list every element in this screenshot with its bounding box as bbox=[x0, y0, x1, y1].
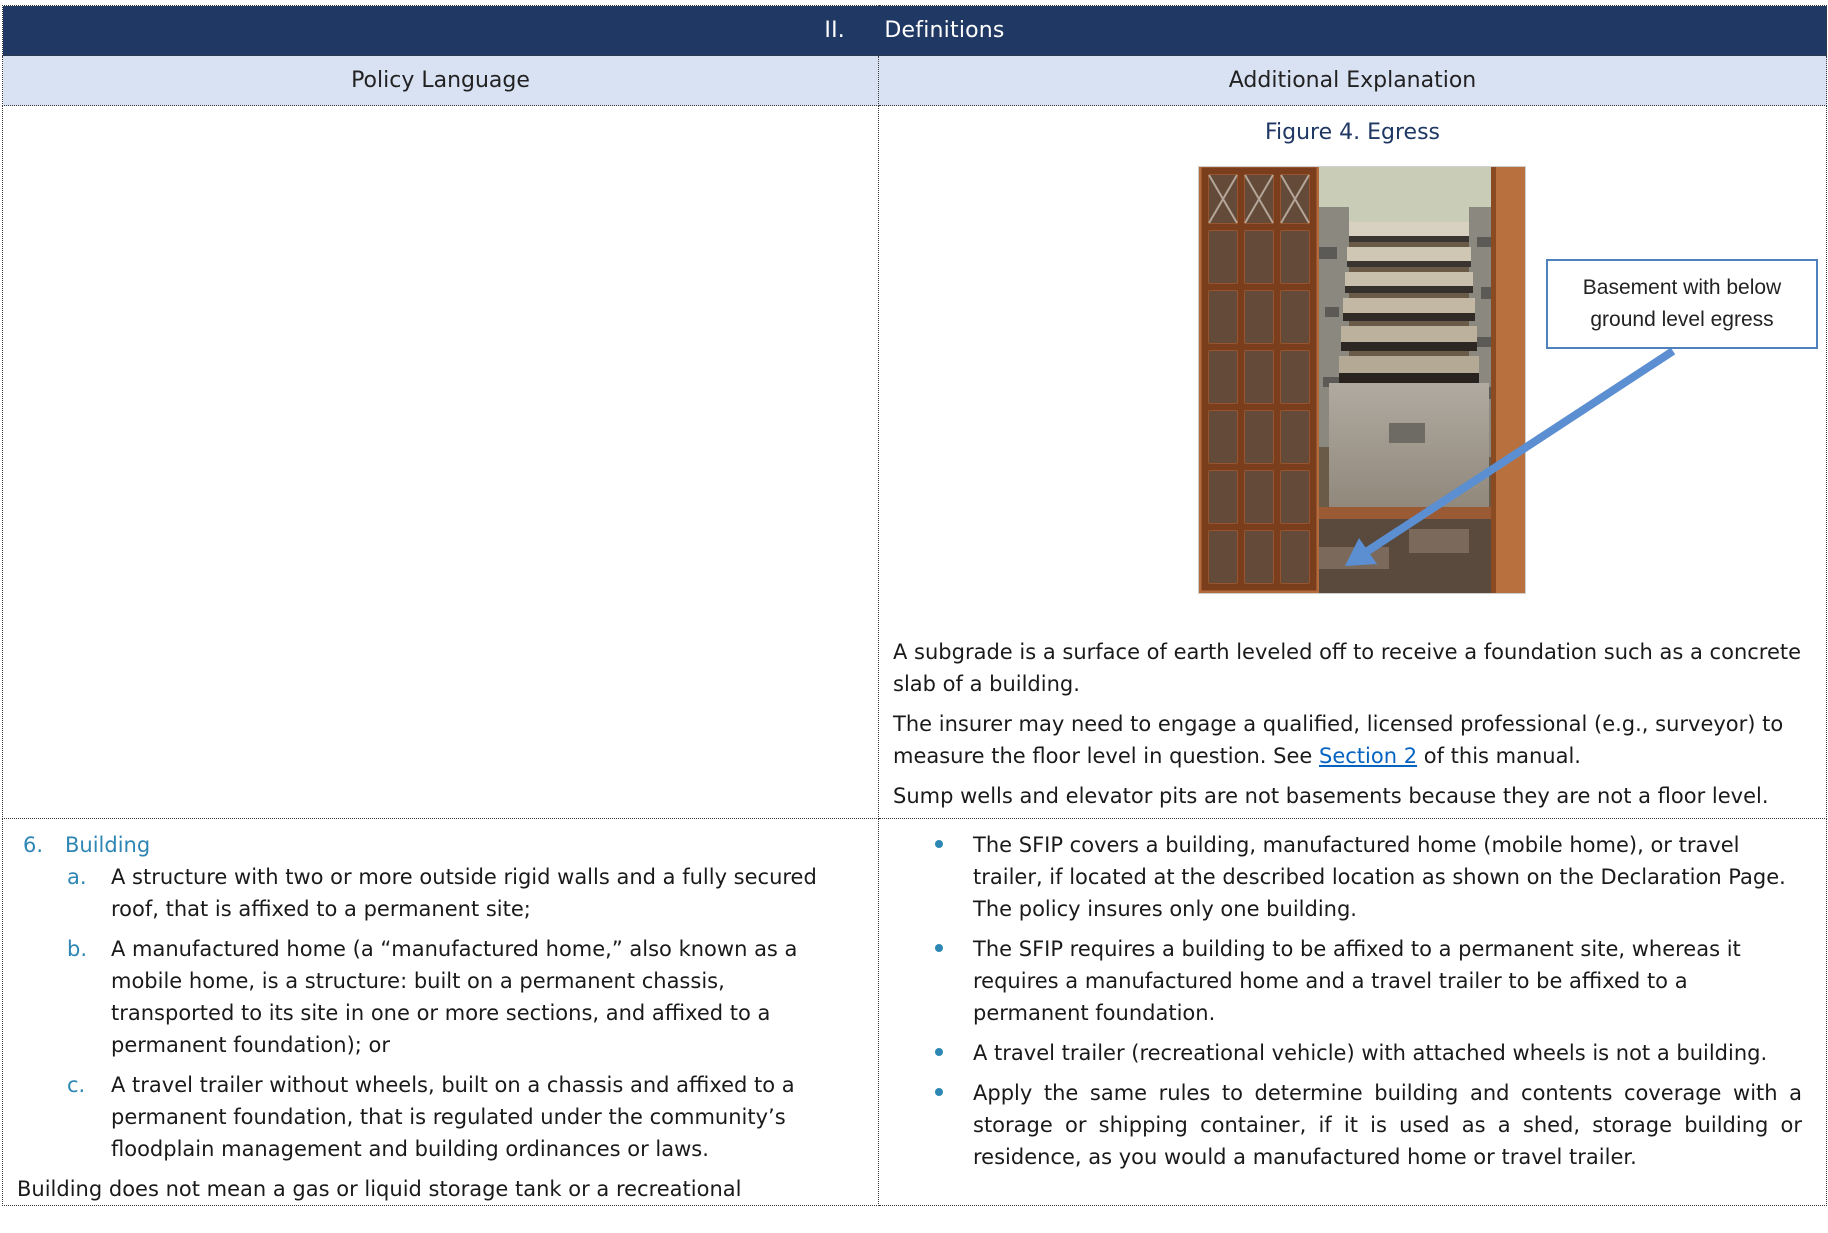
list-item-text: The SFIP covers a building, manufactured… bbox=[973, 833, 1786, 921]
list-item-text: Apply the same rules to determine buildi… bbox=[973, 1081, 1803, 1169]
list-item-text: A travel trailer (recreational vehicle) … bbox=[973, 1041, 1768, 1065]
bullet-icon bbox=[893, 1037, 973, 1069]
subitem-text: A manufactured home (a “manufactured hom… bbox=[111, 937, 798, 1057]
bullet-icon bbox=[893, 933, 973, 1029]
subitem-letter: a. bbox=[67, 865, 87, 889]
column-header-additional-explanation: Additional Explanation bbox=[877, 55, 1828, 106]
subitem-a: a. A structure with two or more outside … bbox=[17, 861, 864, 925]
subitem-b: b. A manufactured home (a “manufactured … bbox=[17, 933, 864, 1061]
explanation-cell-building: The SFIP covers a building, manufactured… bbox=[877, 818, 1828, 1206]
bullet-icon bbox=[893, 829, 973, 925]
figure-egress: Basement with below ground level egress bbox=[893, 166, 1818, 596]
section-title: Definitions bbox=[884, 18, 1005, 43]
section-2-link[interactable]: Section 2 bbox=[1319, 744, 1417, 768]
sump-wells-paragraph: Sump wells and elevator pits are not bas… bbox=[893, 784, 1769, 808]
policy-language-cell-building: 6. Building a. A structure with two or mo… bbox=[2, 818, 879, 1206]
section-number: II. bbox=[824, 18, 845, 43]
list-item: The SFIP covers a building, manufactured… bbox=[893, 829, 1812, 925]
subgrade-paragraph: A subgrade is a surface of earth leveled… bbox=[893, 640, 1802, 696]
building-subitems: a. A structure with two or more outside … bbox=[17, 861, 864, 1165]
basement-explanation: A subgrade is a surface of earth leveled… bbox=[893, 636, 1812, 816]
subitem-c: c. A travel trailer without wheels, buil… bbox=[17, 1069, 864, 1165]
figure-callout: Basement with below ground level egress bbox=[1546, 259, 1818, 349]
list-item-text: The SFIP requires a building to be affix… bbox=[973, 937, 1741, 1025]
definition-number: 6. bbox=[23, 833, 44, 857]
list-item: A travel trailer (recreational vehicle) … bbox=[893, 1037, 1812, 1069]
subitem-text: A travel trailer without wheels, built o… bbox=[111, 1073, 795, 1161]
column-header-policy-language: Policy Language bbox=[2, 55, 879, 106]
definition-term: Building bbox=[65, 833, 151, 857]
list-item: Apply the same rules to determine buildi… bbox=[893, 1077, 1812, 1173]
explanation-cell-basement: Figure 4. Egress Basement with below gro… bbox=[877, 105, 1828, 819]
stairwell-photo-illustration bbox=[1199, 167, 1525, 593]
subitem-letter: b. bbox=[67, 937, 88, 961]
document-page: II. Definitions Policy Language Additiona… bbox=[0, 0, 1828, 1233]
insurer-paragraph-text-end: of this manual. bbox=[1417, 744, 1581, 768]
subitem-letter: c. bbox=[67, 1073, 86, 1097]
figure-title: Figure 4. Egress bbox=[1264, 120, 1441, 145]
section-header: II. Definitions bbox=[1, 5, 1828, 56]
subitem-text: A structure with two or more outside rig… bbox=[111, 865, 817, 921]
list-item: The SFIP requires a building to be affix… bbox=[893, 933, 1812, 1029]
building-explanation-list: The SFIP covers a building, manufactured… bbox=[893, 829, 1812, 1173]
bullet-icon bbox=[893, 1077, 973, 1173]
definition-building-heading: 6. Building bbox=[17, 829, 864, 861]
egress-photo bbox=[1198, 166, 1526, 594]
policy-language-cell-empty bbox=[2, 105, 879, 819]
definitions-table: II. Definitions Policy Language Additiona… bbox=[1, 5, 1828, 1206]
insurer-paragraph: The insurer may need to engage a qualifi… bbox=[893, 708, 1812, 772]
building-exclusion-text: Building does not mean a gas or liquid s… bbox=[17, 1177, 742, 1201]
